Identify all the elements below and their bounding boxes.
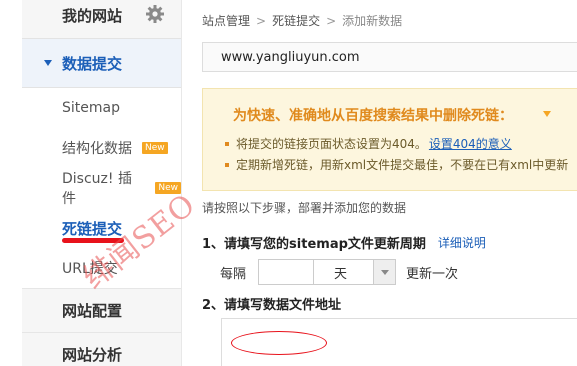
sidebar-item-sitemap[interactable]: Sitemap (22, 88, 181, 128)
breadcrumb-item-current: 添加新数据 (342, 14, 403, 28)
frequency-unit-select[interactable]: 天 (314, 259, 397, 285)
breadcrumb-item-dead-link[interactable]: 死链提交 (272, 12, 320, 29)
sidebar-my-sites[interactable]: 我的网站 (22, 0, 181, 30)
new-badge: New (142, 142, 168, 154)
red-underline-annotation (62, 238, 124, 243)
breadcrumb-separator: > (326, 13, 337, 28)
sidebar-section-data-submit[interactable]: 数据提交 (22, 38, 181, 88)
frequency-suffix: 更新一次 (406, 266, 459, 282)
sidebar-item-label: 死链提交 (62, 219, 123, 238)
frequency-number-input[interactable] (258, 259, 315, 285)
breadcrumb: 站点管理 > 死链提交 > 添加新数据 (202, 12, 402, 29)
notice-box: 为快速、准确地从百度搜索结果中删除死链： 将提交的链接页面状态设置为404。 设… (202, 88, 577, 191)
site-select-value: www.yangliuyun.com (221, 49, 360, 65)
sidebar-item-discuz-plugin[interactable]: Discuz! 插件 New (22, 168, 181, 208)
sidebar-group-label: 网站配置 (62, 302, 123, 320)
sidebar-item-label: Sitemap (62, 100, 120, 116)
step1-heading: 1、请填写您的sitemap文件更新周期 详细说明 (202, 233, 486, 252)
sidebar-item-structured-data[interactable]: 结构化数据 New (22, 128, 181, 168)
main-content: 站点管理 > 死链提交 > 添加新数据 www.yangliuyun.com 为… (194, 0, 577, 366)
new-badge: New (155, 182, 181, 194)
instructions-text: 请按照以下步骤，部署并添加您的数据 (202, 201, 407, 215)
link-404-meaning[interactable]: 设置404的意义 (429, 135, 512, 152)
sidebar-item-label: URL提交 (62, 261, 118, 277)
frequency-unit-value: 天 (334, 266, 348, 282)
detail-link[interactable]: 详细说明 (438, 234, 486, 251)
sidebar-group-site-config[interactable]: 网站配置 (22, 288, 181, 332)
caret-down-icon[interactable] (543, 111, 551, 117)
sidebar-item-dead-link-submit[interactable]: 死链提交 (22, 208, 181, 248)
sidebar-item-url-submit[interactable]: URL提交 (22, 248, 181, 288)
sidebar-group-label: 网站分析 (62, 346, 123, 364)
step1-label: 1、请填写您的sitemap文件更新周期 (202, 237, 426, 252)
sidebar-item-label: Discuz! 插件 (62, 171, 132, 207)
bullet-icon (225, 141, 229, 146)
red-circle-annotation (231, 331, 327, 355)
breadcrumb-separator: > (256, 13, 267, 28)
frequency-prefix: 每隔 (220, 266, 247, 282)
sidebar: 我的网站 数据提交 Sitemap 结构化数据 New Discuz! 插件 N… (22, 0, 182, 366)
notice-line: 将提交的链接页面状态设置为404。 设置404的意义 (225, 135, 512, 152)
gear-icon[interactable] (144, 3, 166, 25)
breadcrumb-item-site-management[interactable]: 站点管理 (202, 12, 250, 29)
site-select[interactable]: www.yangliuyun.com (202, 42, 577, 72)
notice-line-text: 定期新增死链，用新xml文件提交最佳，不要在已有xml中更新 (236, 158, 569, 172)
caret-down-icon (44, 60, 52, 66)
bullet-icon (225, 162, 229, 167)
notice-title: 为快速、准确地从百度搜索结果中删除死链： (233, 108, 513, 124)
frequency-row: 每隔 天 更新一次 (220, 259, 458, 285)
notice-line: 定期新增死链，用新xml文件提交最佳，不要在已有xml中更新 (225, 156, 568, 173)
sidebar-submenu: Sitemap 结构化数据 New Discuz! 插件 New 死链提交 UR… (22, 88, 181, 288)
sidebar-group-site-analysis[interactable]: 网站分析 (22, 332, 181, 366)
step2-heading: 2、请填写数据文件地址 (202, 298, 342, 313)
sidebar-section-label: 数据提交 (62, 54, 123, 73)
dropdown-arrow-icon[interactable] (373, 260, 396, 284)
sidebar-item-label: 结构化数据 (62, 141, 132, 157)
sidebar-my-sites-label: 我的网站 (62, 6, 123, 25)
notice-line-text: 将提交的链接页面状态设置为404。 (236, 137, 427, 151)
